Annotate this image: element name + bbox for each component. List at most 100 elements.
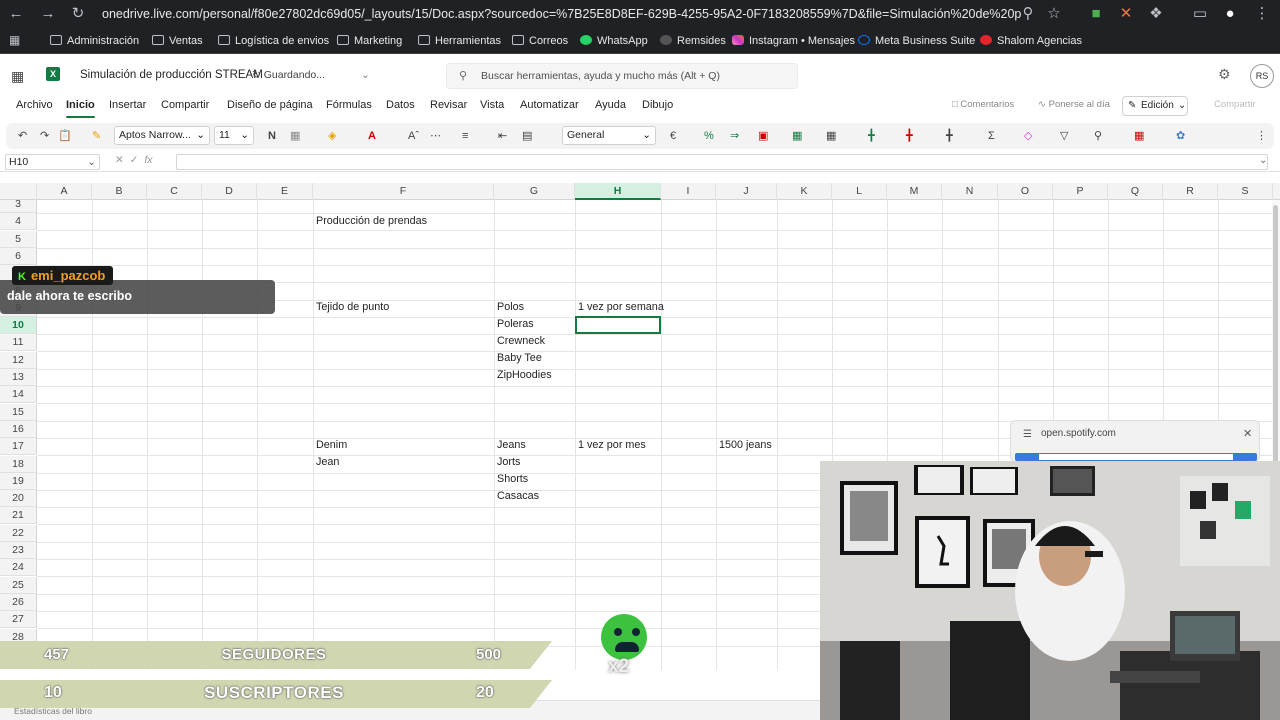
cancel-icon[interactable]: ✕ — [115, 154, 124, 166]
decimal-icon[interactable]: ⇒ — [730, 128, 739, 144]
column-header[interactable]: A — [37, 183, 92, 200]
tab-datos[interactable]: Datos — [386, 99, 415, 111]
column-header[interactable]: D — [202, 183, 257, 200]
catch-up-button[interactable]: ∿ Ponerse al día — [1038, 99, 1110, 110]
cell-F9[interactable]: Tejido de punto — [313, 299, 389, 316]
bookmark-instagram[interactable]: Instagram • Mensajes — [732, 33, 855, 49]
apps-grid-icon[interactable]: ▦ — [9, 33, 20, 47]
merge-icon[interactable]: ▤ — [522, 128, 532, 144]
column-header[interactable]: K — [777, 183, 832, 200]
profile-icon[interactable]: ● — [1220, 4, 1240, 24]
borders-icon[interactable]: ▦ — [290, 128, 300, 144]
tab-insertar[interactable]: Insertar — [109, 99, 146, 111]
row-header[interactable]: 22 — [0, 525, 37, 542]
conditional-format-icon[interactable]: ▣ — [758, 128, 768, 144]
align-icon[interactable]: ≡ — [462, 128, 468, 144]
copilot-icon[interactable]: ✿ — [1176, 128, 1185, 144]
column-header[interactable]: O — [998, 183, 1053, 200]
cell-G10[interactable]: Poleras — [494, 316, 534, 333]
chevron-down-icon[interactable]: ⌄ — [361, 69, 370, 81]
clear-icon[interactable]: ◇ — [1024, 128, 1032, 144]
undo-icon[interactable]: ↶ — [18, 128, 27, 144]
column-header[interactable]: M — [887, 183, 942, 200]
column-header[interactable]: E — [257, 183, 313, 200]
row-header[interactable]: 3 — [0, 200, 37, 213]
row-header[interactable]: 19 — [0, 473, 37, 490]
find-icon[interactable]: ⚲ — [1094, 128, 1102, 144]
extensions-puzzle-icon[interactable]: ❖ — [1146, 4, 1166, 24]
row-header[interactable]: 20 — [0, 490, 37, 507]
gear-icon[interactable]: ⚙ — [1218, 66, 1231, 83]
cell-H17[interactable]: 1 vez por mes — [575, 437, 646, 454]
bookmark-whatsapp[interactable]: WhatsApp — [580, 33, 648, 49]
reload-icon[interactable]: ↻ — [68, 4, 88, 24]
tab-diseno[interactable]: Diseño de página — [227, 99, 313, 111]
bookmark-administracion[interactable]: Administración — [50, 33, 139, 49]
column-header[interactable]: J — [716, 183, 777, 200]
row-header[interactable]: 11 — [0, 334, 37, 351]
bookmark-logistica[interactable]: Logística de envios — [218, 33, 329, 49]
font-color-icon[interactable]: A — [368, 128, 376, 144]
row-header[interactable]: 13 — [0, 369, 37, 386]
function-icon[interactable]: fx — [144, 154, 152, 166]
tab-formulas[interactable]: Fórmulas — [326, 99, 372, 111]
paste-icon[interactable]: 📋 — [58, 128, 72, 144]
bookmark-ventas[interactable]: Ventas — [152, 33, 203, 49]
row-header[interactable]: 4 — [0, 213, 37, 230]
sort-filter-icon[interactable]: ▽ — [1060, 128, 1068, 144]
selected-cell-H10[interactable] — [575, 316, 661, 334]
cell-F18[interactable]: Jean — [313, 454, 339, 471]
cell-G19[interactable]: Shorts — [494, 471, 528, 488]
row-header[interactable]: 15 — [0, 404, 37, 421]
format-cells-icon[interactable]: ╋ — [946, 128, 953, 144]
confirm-icon[interactable]: ✓ — [130, 154, 139, 166]
cell-G18[interactable]: Jorts — [494, 454, 520, 471]
column-header[interactable]: C — [147, 183, 202, 200]
spotify-popup[interactable]: ☰ open.spotify.com ✕ — [1010, 420, 1260, 462]
bookmark-herramientas[interactable]: Herramientas — [418, 33, 501, 49]
app-launcher-icon[interactable]: ▦ — [11, 68, 24, 85]
forward-icon[interactable]: → — [38, 4, 58, 24]
column-header[interactable]: R — [1163, 183, 1218, 200]
row-header[interactable]: 17 — [0, 438, 37, 455]
extension-icon[interactable]: ✕ — [1116, 4, 1136, 24]
insert-cells-icon[interactable]: ╋ — [868, 128, 875, 144]
document-title[interactable]: Simulación de producción STREAM — [80, 69, 263, 81]
more-options-icon[interactable]: ⋮ — [1256, 128, 1267, 144]
column-header[interactable]: G — [494, 183, 575, 200]
site-settings-icon[interactable]: ☰ — [1023, 429, 1032, 440]
comments-button[interactable]: □ Comentarios — [952, 99, 1014, 110]
chevron-down-icon[interactable]: ⌄ — [1259, 155, 1267, 166]
column-header[interactable]: P — [1053, 183, 1108, 200]
font-size-increase-icon[interactable]: Aˆ — [408, 128, 419, 144]
currency-icon[interactable]: € — [670, 128, 676, 144]
cell-G12[interactable]: Baby Tee — [494, 350, 542, 367]
cell-styles-icon[interactable]: ▦ — [826, 128, 836, 144]
font-size-select[interactable]: 11 ⌄ — [214, 126, 254, 145]
column-header[interactable]: N — [942, 183, 998, 200]
cell-G13[interactable]: ZipHoodies — [494, 367, 552, 384]
row-header[interactable]: 24 — [0, 559, 37, 576]
row-header[interactable]: 25 — [0, 577, 37, 594]
select-all-corner[interactable] — [0, 183, 37, 200]
cell-G11[interactable]: Crewneck — [494, 333, 545, 350]
avatar[interactable]: RS — [1250, 64, 1274, 88]
cell-G9[interactable]: Polos — [494, 299, 524, 316]
column-header[interactable]: S — [1218, 183, 1273, 200]
cell-J17[interactable]: 1500 jeans — [716, 437, 772, 454]
zoom-icon[interactable]: ⚲ — [1018, 4, 1038, 24]
tab-inicio[interactable]: Inicio — [66, 99, 95, 118]
row-header[interactable]: 14 — [0, 386, 37, 403]
wrap-text-icon[interactable]: ⇤ — [498, 128, 507, 144]
cell-F17[interactable]: Denim — [313, 437, 347, 454]
row-header[interactable]: 6 — [0, 248, 37, 265]
autosum-icon[interactable]: Σ — [988, 128, 995, 144]
row-header[interactable]: 26 — [0, 594, 37, 611]
close-icon[interactable]: ✕ — [1243, 427, 1252, 440]
cell-H9[interactable]: 1 vez por semana — [575, 299, 664, 316]
extension-icon[interactable]: ■ — [1086, 4, 1106, 24]
analyze-icon[interactable]: ▦ — [1134, 128, 1144, 144]
redo-icon[interactable]: ↷ — [40, 128, 49, 144]
formula-input[interactable] — [176, 154, 1268, 170]
url-field[interactable]: onedrive.live.com/personal/f80e27802dc69… — [102, 3, 1022, 25]
